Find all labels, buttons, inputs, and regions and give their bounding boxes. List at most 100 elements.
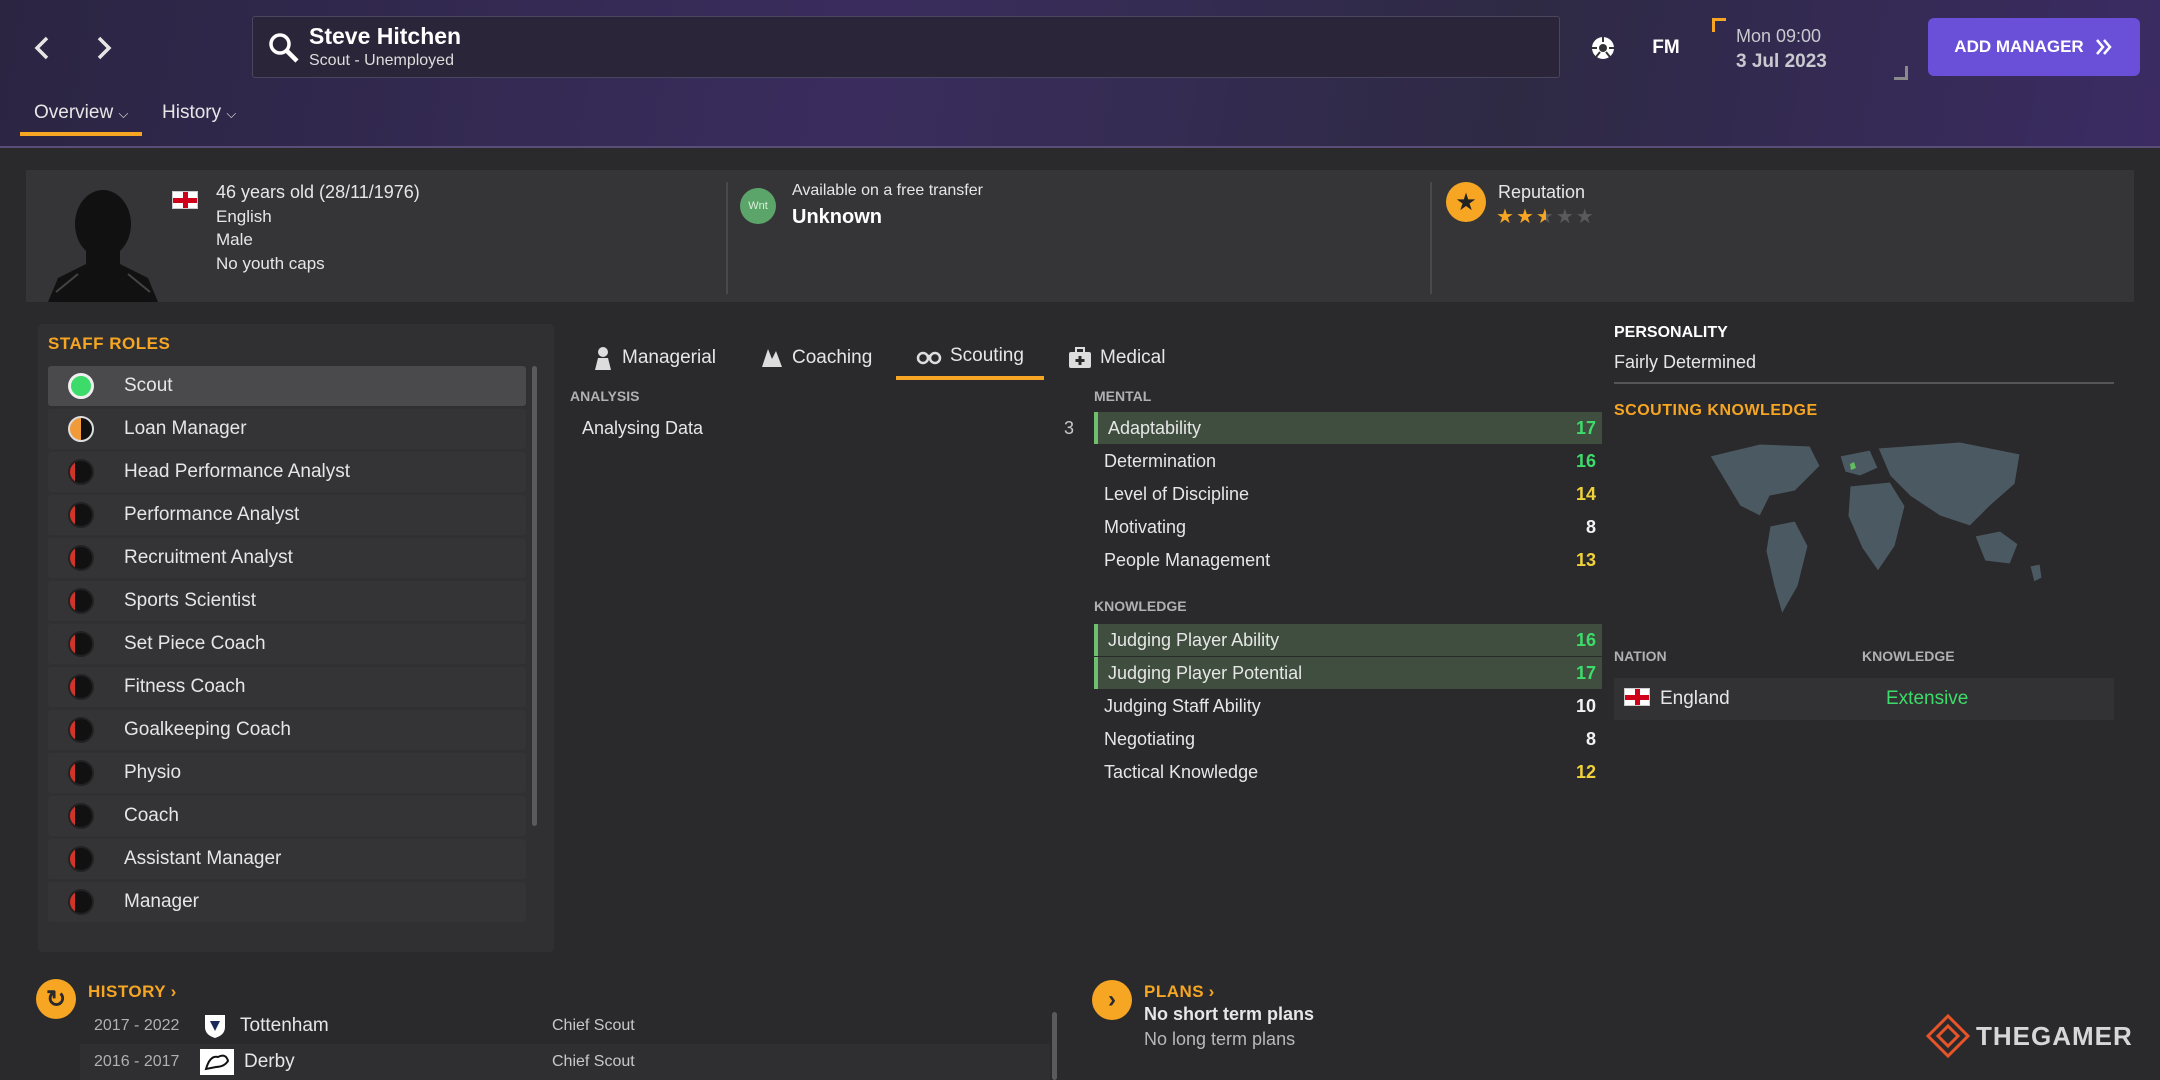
tab-scouting[interactable]: Scouting — [896, 336, 1044, 380]
attribute-value: 13 — [1575, 549, 1596, 570]
england-flag-icon — [172, 191, 198, 214]
role-item[interactable]: Manager — [48, 882, 526, 922]
nation-name: England — [1660, 688, 1730, 709]
role-item[interactable]: Sports Scientist — [48, 581, 526, 621]
date-box[interactable]: Mon 09:00 3 Jul 2023 — [1712, 18, 1908, 80]
staff-roles-title: STAFF ROLES — [48, 334, 171, 353]
tab-medical[interactable]: Medical — [1068, 336, 1165, 380]
history-years: 2016 - 2017 — [94, 1053, 180, 1070]
history-row[interactable]: 2017 - 2022 Tottenham Chief Scout — [80, 1008, 1050, 1044]
personality-title: PERSONALITY — [1614, 324, 1728, 341]
attribute-row[interactable]: Judging Staff Ability 10 — [1094, 690, 1602, 722]
search-bar[interactable]: Steve Hitchen Scout - Unemployed — [252, 16, 1560, 78]
attribute-row[interactable]: Adaptability 17 — [1094, 412, 1602, 444]
chevron-right-icon: › — [1208, 982, 1215, 1001]
medical-kit-icon — [1069, 347, 1091, 368]
role-label: Fitness Coach — [124, 676, 246, 697]
history-icon: ↻ — [36, 979, 76, 1019]
attribute-value: 12 — [1575, 761, 1596, 782]
analysis-title: ANALYSIS — [570, 388, 640, 404]
history-title: HISTORY — [88, 982, 167, 1001]
history-scrollbar[interactable] — [1052, 1012, 1057, 1080]
role-suitability-icon — [68, 631, 94, 657]
wanted-badge: Wnt — [740, 188, 776, 224]
star-full-icon: ★ — [1515, 206, 1536, 228]
role-label: Set Piece Coach — [124, 633, 266, 654]
attribute-label: Determination — [1104, 450, 1217, 471]
back-arrow-icon[interactable] — [20, 28, 64, 68]
role-label: Scout — [124, 375, 173, 396]
plans-link[interactable]: PLANS › — [1144, 982, 1215, 1002]
add-manager-label: ADD MANAGER — [1954, 37, 2084, 56]
tottenham-crest-icon — [200, 1012, 230, 1040]
star-half-icon: ★ — [1535, 206, 1556, 228]
reputation-stars: ★★★★★ — [1496, 204, 1596, 229]
role-label: Assistant Manager — [124, 848, 282, 869]
role-suitability-icon — [68, 545, 94, 571]
tab-coaching[interactable]: Coaching — [760, 336, 872, 380]
role-label: Head Performance Analyst — [124, 461, 351, 482]
nation-column-header: NATION — [1614, 648, 1667, 664]
attribute-row[interactable]: Motivating 8 — [1094, 511, 1602, 543]
role-item[interactable]: Fitness Coach — [48, 667, 526, 707]
attribute-value: 17 — [1575, 662, 1596, 683]
history-club: Derby — [244, 1051, 295, 1072]
plans-title: PLANS — [1144, 982, 1205, 1001]
chevron-right-circle-icon: › — [1092, 980, 1132, 1020]
history-club: Tottenham — [240, 1015, 329, 1036]
tab-history[interactable]: History ⌵ — [162, 102, 272, 136]
role-item[interactable]: Assistant Manager — [48, 839, 526, 879]
role-label: Performance Analyst — [124, 504, 300, 525]
attribute-row[interactable]: People Management 13 — [1094, 544, 1602, 576]
watermark: THEGAMER — [1926, 1014, 2133, 1058]
role-item[interactable]: Set Piece Coach — [48, 624, 526, 664]
attribute-row[interactable]: Level of Discipline 14 — [1094, 478, 1602, 510]
role-suitability-icon — [68, 760, 94, 786]
fm-logo[interactable]: FM — [1648, 26, 1684, 70]
mental-title: MENTAL — [1094, 388, 1152, 404]
attribute-row[interactable]: Analysing Data 3 — [572, 412, 1080, 444]
attribute-label: Motivating — [1104, 516, 1187, 537]
tab-managerial-label: Managerial — [622, 347, 716, 368]
role-item[interactable]: Head Performance Analyst — [48, 452, 526, 492]
chevron-down-icon: ⌵ — [118, 106, 129, 121]
divider — [1614, 382, 2114, 384]
role-item[interactable]: Performance Analyst — [48, 495, 526, 535]
role-item[interactable]: Coach — [48, 796, 526, 836]
star-full-icon: ★ — [1496, 206, 1516, 228]
long-term-plans: No long term plans — [1144, 1029, 1296, 1049]
history-link[interactable]: HISTORY › — [88, 982, 177, 1002]
attribute-value: 8 — [1585, 728, 1596, 749]
history-row[interactable]: 2016 - 2017 Derby Chief Scout — [80, 1044, 1050, 1080]
role-item[interactable]: Loan Manager — [48, 409, 526, 449]
tab-coaching-label: Coaching — [792, 347, 873, 368]
top-bar: Steve Hitchen Scout - Unemployed FM Mon … — [0, 0, 2160, 148]
gender-label: Male — [216, 230, 253, 249]
role-suitability-icon — [68, 846, 94, 872]
attribute-row[interactable]: Judging Player Potential 17 — [1094, 657, 1602, 689]
add-manager-button[interactable]: ADD MANAGER — [1928, 18, 2140, 76]
tab-overview[interactable]: Overview ⌵ — [20, 102, 142, 136]
star-empty-icon: ★ — [1575, 206, 1596, 228]
attribute-row[interactable]: Determination 16 — [1094, 445, 1602, 477]
role-item[interactable]: Scout — [48, 366, 526, 406]
forward-arrow-icon[interactable] — [82, 28, 126, 68]
nation-row[interactable]: England Extensive — [1614, 678, 2114, 720]
tab-managerial[interactable]: Managerial — [592, 336, 716, 380]
role-item[interactable]: Physio — [48, 753, 526, 793]
attribute-row[interactable]: Tactical Knowledge 12 — [1094, 756, 1602, 788]
role-item[interactable]: Recruitment Analyst — [48, 538, 526, 578]
attribute-label: Analysing Data — [582, 417, 704, 438]
corner-decoration — [1894, 66, 1908, 80]
date-label: 3 Jul 2023 — [1736, 51, 1827, 72]
roles-scrollbar[interactable] — [532, 366, 537, 826]
role-label: Manager — [124, 891, 199, 912]
globe-ball-icon[interactable] — [1586, 26, 1620, 70]
attribute-row[interactable]: Negotiating 8 — [1094, 723, 1602, 755]
tab-medical-label: Medical — [1100, 347, 1166, 368]
world-map[interactable] — [1700, 436, 2056, 618]
role-item[interactable]: Goalkeeping Coach — [48, 710, 526, 750]
attribute-row[interactable]: Judging Player Ability 16 — [1094, 624, 1602, 656]
knowledge-level: Extensive — [1886, 688, 1969, 709]
chevron-down-icon: ⌵ — [226, 106, 237, 121]
